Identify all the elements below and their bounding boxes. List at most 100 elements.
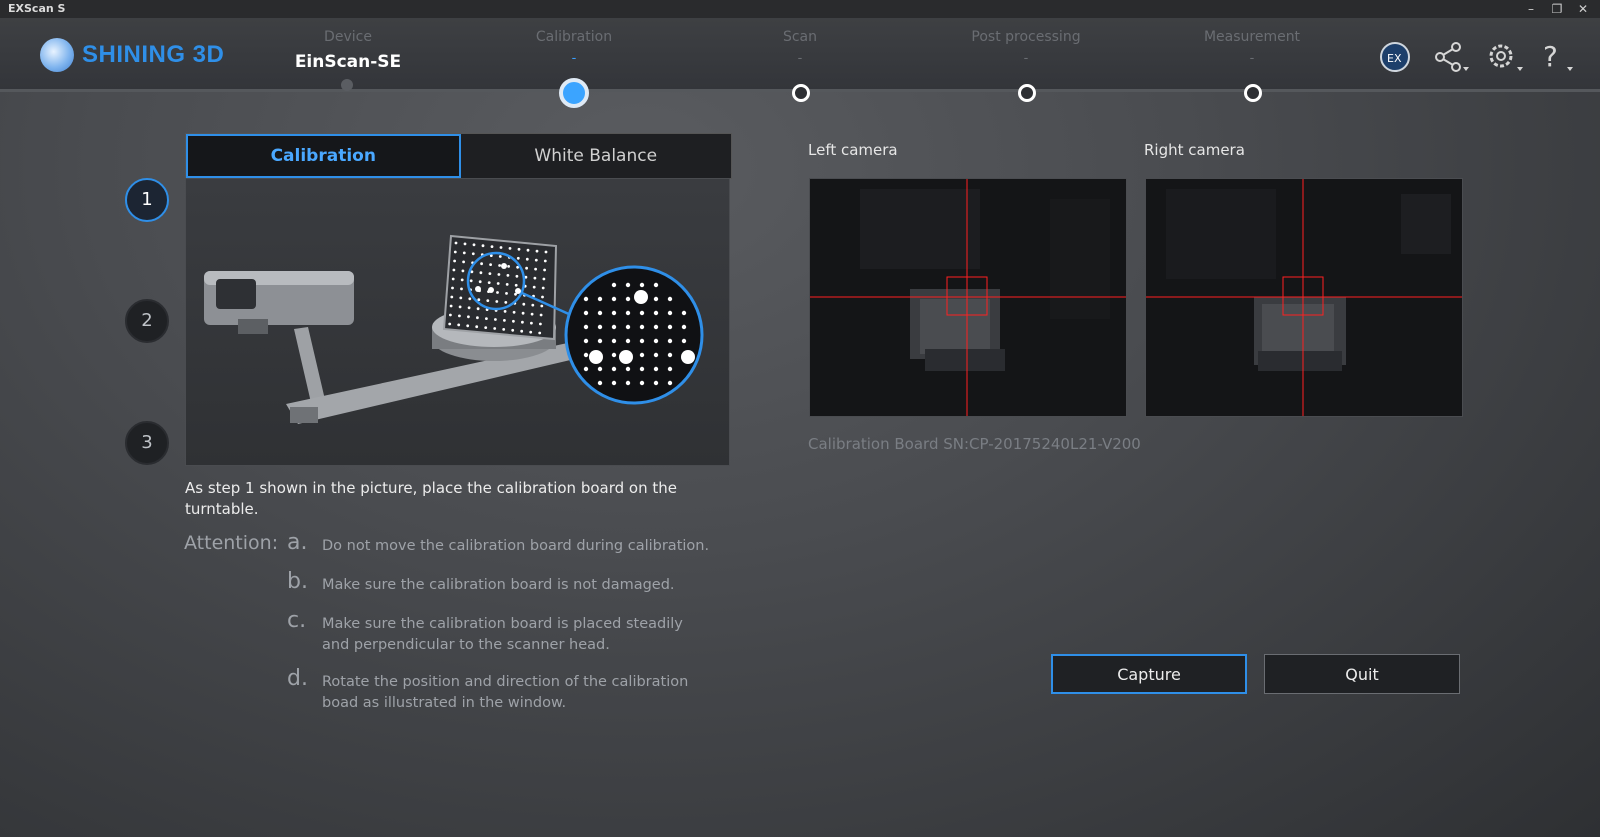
tab-white-balance[interactable]: White Balance [461, 134, 732, 178]
board-dot [515, 274, 519, 278]
step-label-measurement[interactable]: Measurement [1172, 29, 1332, 45]
zoom-dot [639, 338, 645, 344]
board-dot [458, 314, 461, 318]
board-dot [469, 279, 473, 283]
board-dot [525, 266, 528, 270]
board-dot [471, 252, 475, 256]
step-number-3[interactable]: 3 [125, 421, 169, 465]
board-dot [508, 247, 512, 250]
board-dot [481, 244, 485, 248]
zoom-dot [583, 324, 589, 330]
board-dot [459, 296, 463, 300]
board-dot [544, 250, 548, 254]
board-dot [529, 330, 533, 334]
board-dot [493, 327, 497, 330]
board-dot [453, 250, 457, 254]
step-number-2[interactable]: 2 [125, 299, 169, 343]
board-dot [475, 325, 479, 329]
step-label-calibration[interactable]: Calibration [494, 29, 654, 45]
step-label-scan[interactable]: Scan [720, 29, 880, 45]
board-dot [498, 255, 502, 258]
board-dot [534, 267, 537, 271]
zoom-dot [667, 380, 673, 386]
board-dot [511, 328, 515, 332]
step-value-measurement: - [1249, 51, 1255, 66]
board-dot [451, 286, 454, 290]
brand-name: SHINING 3D [82, 41, 225, 68]
svg-text:?: ? [1543, 40, 1558, 73]
calibration-tabs: Calibration White Balance [185, 133, 732, 179]
zoom-dot [625, 338, 631, 344]
step-node-post-processing[interactable] [1018, 84, 1036, 102]
board-dot [521, 311, 525, 315]
zoom-dot [625, 324, 631, 330]
zoom-dot [611, 380, 617, 386]
right-camera-label: Right camera [1144, 141, 1245, 159]
close-icon[interactable]: ✕ [1572, 1, 1594, 17]
board-dot [494, 318, 497, 321]
board-dot [476, 316, 479, 320]
zoom-dot [639, 352, 645, 358]
board-dot [495, 300, 499, 303]
board-dot [485, 317, 488, 320]
zoom-dot [653, 380, 659, 386]
zoom-dot [653, 324, 659, 330]
zoom-dot [681, 310, 687, 316]
attention-text-b: Make sure the calibration board is not d… [322, 577, 675, 593]
zoom-dot [639, 380, 645, 386]
attention-label: Attention: [184, 532, 279, 554]
restore-icon[interactable]: ❐ [1546, 1, 1568, 17]
title-bar: EXScan S – ❐ ✕ [0, 0, 1600, 18]
step-number-1[interactable]: 1 [125, 178, 169, 222]
ex-logo-icon[interactable]: EX [1378, 40, 1418, 72]
board-dot [448, 322, 452, 326]
zoom-dot [653, 352, 659, 358]
zoom-dot [667, 310, 673, 316]
zoom-dot [681, 324, 687, 330]
zoom-dot [611, 338, 617, 344]
step-node-calibration[interactable] [559, 78, 589, 108]
board-dot [452, 268, 456, 272]
board-dot [457, 323, 461, 327]
board-dot [503, 319, 506, 322]
step-label-post-processing[interactable]: Post processing [946, 29, 1106, 45]
zoom-dot [597, 324, 603, 330]
tab-calibration[interactable]: Calibration [186, 134, 461, 178]
board-dot [505, 283, 509, 286]
zoom-dot [653, 366, 659, 372]
board-dot [460, 278, 464, 282]
board-dot [496, 282, 500, 285]
zoom-dot [667, 296, 673, 302]
settings-icon[interactable] [1486, 40, 1526, 72]
board-dot [498, 264, 501, 267]
board-dot [486, 299, 490, 302]
board-dot [502, 328, 506, 331]
share-icon[interactable] [1432, 40, 1472, 72]
step-node-scan[interactable] [792, 84, 810, 102]
board-dot [504, 301, 508, 304]
device-name[interactable]: EinScan-SE [262, 52, 434, 72]
board-dot [451, 277, 455, 281]
step-node-measurement[interactable] [1244, 84, 1262, 102]
svg-text:EX: EX [1387, 52, 1402, 65]
board-dot [503, 310, 507, 313]
header: SHINING 3D Device EinScan-SE Calibration… [0, 18, 1600, 92]
step-value-scan: - [797, 51, 803, 66]
board-dot [538, 331, 542, 335]
board-dot [543, 268, 546, 272]
zoom-dot [667, 352, 673, 358]
attention-text-d: Rotate the position and direction of the… [322, 674, 689, 711]
board-dot [541, 295, 544, 299]
step-description: As step 1 shown in the picture, place th… [185, 479, 677, 518]
minimize-icon[interactable]: – [1520, 1, 1542, 17]
quit-button[interactable]: Quit [1264, 654, 1460, 694]
capture-button[interactable]: Capture [1051, 654, 1247, 694]
board-dot [449, 313, 452, 317]
board-dot [490, 245, 494, 248]
board-dot [458, 305, 462, 309]
help-icon[interactable]: ? [1540, 40, 1580, 73]
calibration-illustration [185, 178, 730, 466]
board-dot [449, 304, 453, 308]
zoom-dot [625, 380, 631, 386]
zoom-dot [583, 338, 589, 344]
